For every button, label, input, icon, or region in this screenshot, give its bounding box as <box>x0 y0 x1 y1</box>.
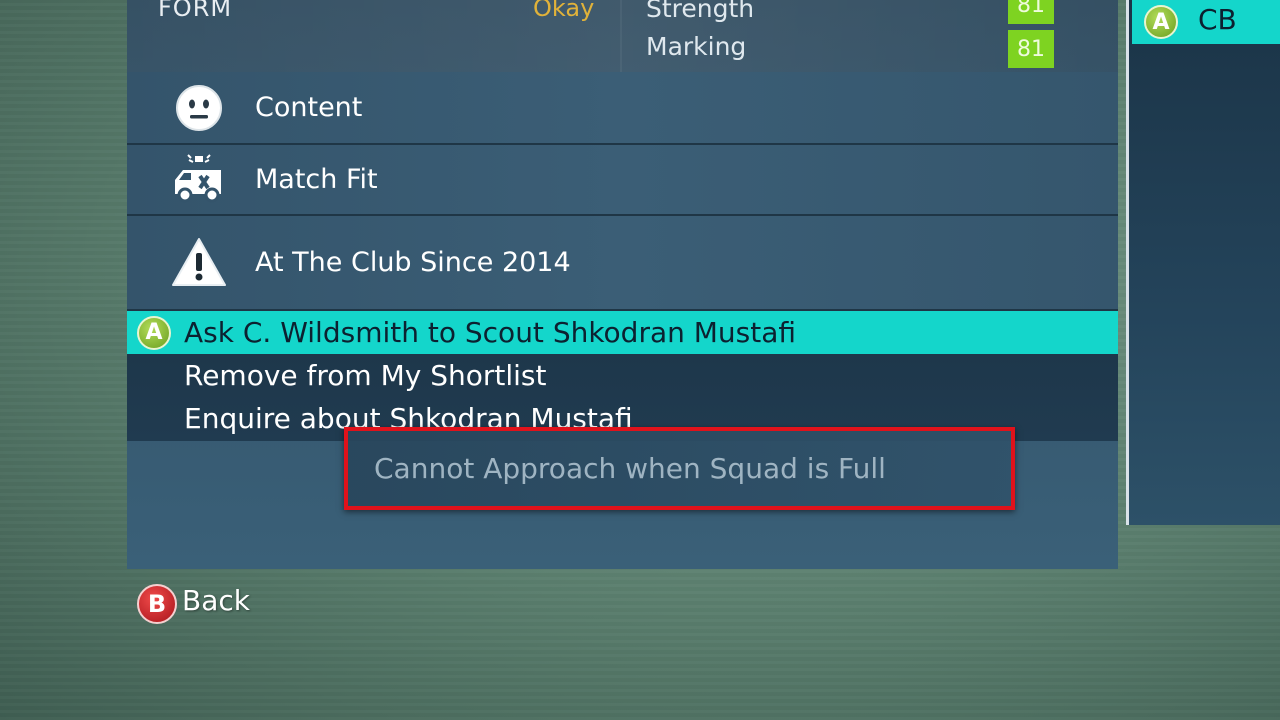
status-row-fitness: Match Fit <box>127 145 1118 216</box>
a-button-icon: A <box>137 315 171 350</box>
back-button[interactable]: Back <box>182 584 250 617</box>
menu-item-label: Ask C. Wildsmith to Scout Shkodran Musta… <box>184 316 797 349</box>
side-panel: A CB <box>1126 0 1280 525</box>
status-label-morale: Content <box>255 92 363 123</box>
menu-item-label: Remove from My Shortlist <box>184 359 547 392</box>
status-label-fitness: Match Fit <box>255 164 378 195</box>
stats-strip <box>127 0 1118 72</box>
warning-triangle-icon <box>171 235 227 291</box>
a-button-icon: A <box>1144 5 1178 39</box>
action-menu: A Ask C. Wildsmith to Scout Shkodran Mus… <box>127 311 1118 441</box>
ambulance-icon <box>171 152 227 208</box>
squad-full-tooltip: Cannot Approach when Squad is Full <box>344 427 1015 510</box>
menu-item-remove-shortlist[interactable]: Remove from My Shortlist <box>127 354 1118 397</box>
stats-divider <box>620 0 622 72</box>
form-value: Okay <box>533 0 595 22</box>
status-row-tenure: At The Club Since 2014 <box>127 216 1118 311</box>
stat-value-strength: 81 <box>1008 0 1054 24</box>
tooltip-text: Cannot Approach when Squad is Full <box>374 452 886 485</box>
neutral-face-icon <box>171 80 227 136</box>
stat-name-marking: Marking <box>646 32 747 61</box>
menu-item-scout[interactable]: A Ask C. Wildsmith to Scout Shkodran Mus… <box>127 311 1118 354</box>
position-tab[interactable]: A CB <box>1132 0 1280 44</box>
form-label: FORM <box>158 0 233 22</box>
stat-value-marking: 81 <box>1008 30 1054 68</box>
status-row-morale: Content <box>127 72 1118 145</box>
stat-name-strength: Strength <box>646 0 755 23</box>
position-label: CB <box>1198 3 1237 36</box>
status-label-tenure: At The Club Since 2014 <box>255 247 571 278</box>
b-button-icon[interactable]: B <box>137 584 177 624</box>
